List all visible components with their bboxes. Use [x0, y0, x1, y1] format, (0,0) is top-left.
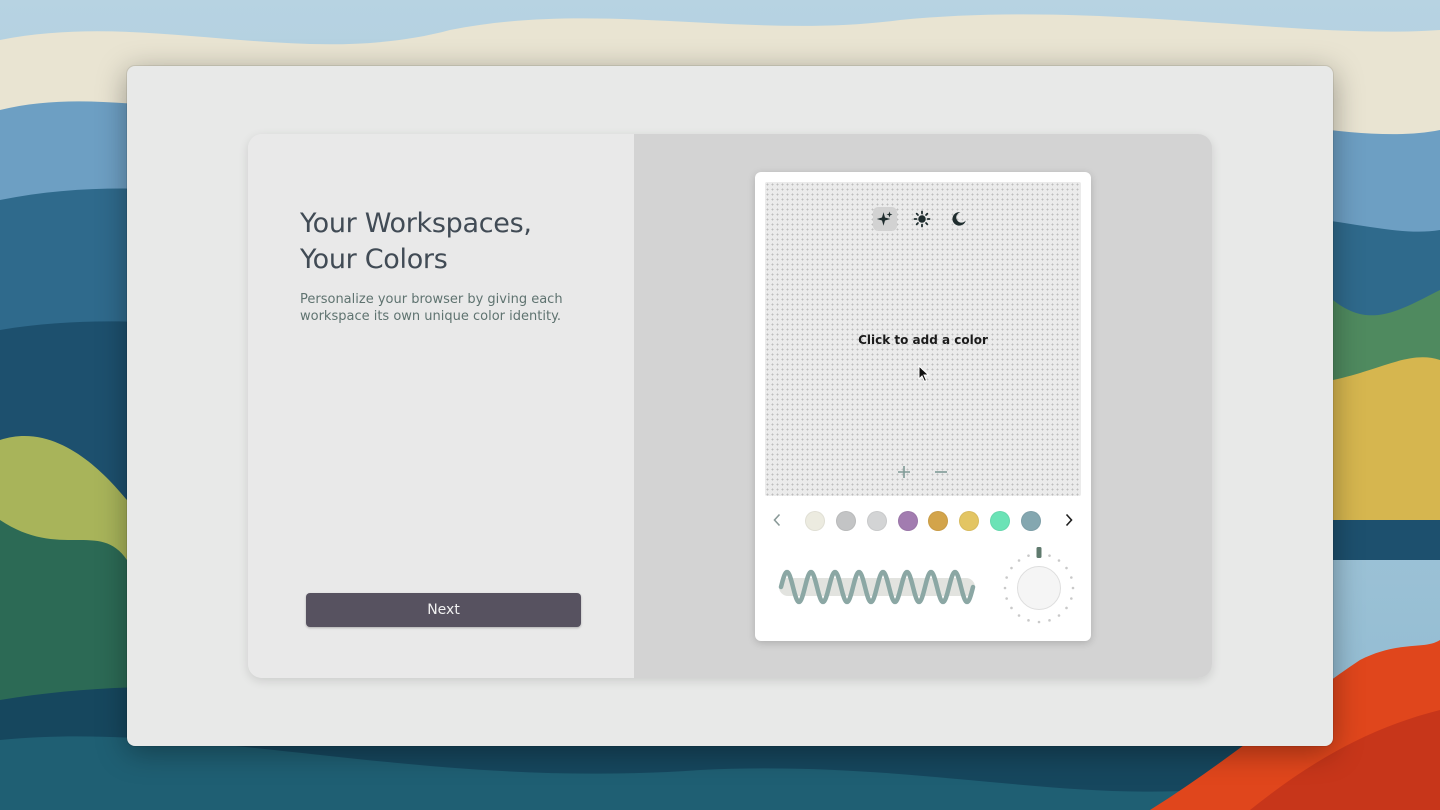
sparkle-icon [876, 211, 893, 226]
dial-tick [1070, 597, 1073, 600]
color-swatch-6[interactable] [959, 511, 979, 531]
dial-tick [1070, 576, 1073, 579]
page-description: Personalize your browser by giving each … [300, 292, 563, 324]
onboarding-card: Your Workspaces, Your Colors Personalize … [248, 134, 1212, 678]
color-swatch-7[interactable] [990, 511, 1010, 531]
next-button[interactable]: Next [306, 593, 581, 627]
moon-icon [952, 212, 966, 226]
page-title: Your Workspaces, Your Colors [300, 206, 600, 278]
minus-icon [935, 471, 947, 473]
dial-tick [1065, 606, 1068, 610]
dial-tick [1057, 559, 1061, 562]
color-swatch-1[interactable] [805, 511, 825, 531]
dial-tick [1010, 606, 1013, 610]
dial-marker [1036, 547, 1042, 558]
chevron-right-icon [1065, 513, 1073, 527]
dial-knob[interactable] [1017, 566, 1061, 610]
dial-tick [1037, 620, 1041, 624]
sparkle-mode-button[interactable] [873, 207, 897, 231]
onboarding-text-panel: Your Workspaces, Your Colors Personalize … [248, 134, 634, 678]
dial-tick [1048, 554, 1051, 557]
dial-tick [1027, 619, 1030, 622]
color-canvas[interactable]: Click to add a color [765, 182, 1081, 496]
contrast-dial[interactable] [999, 545, 1079, 625]
color-swatch-2[interactable] [836, 511, 856, 531]
dark-mode-button[interactable] [947, 207, 971, 231]
dial-tick [1057, 614, 1061, 617]
light-mode-button[interactable] [910, 207, 934, 231]
dial-tick [1005, 597, 1008, 600]
texture-wave-slider[interactable] [775, 562, 979, 612]
title-line-1: Your Workspaces, [300, 208, 532, 239]
color-picker-widget: Click to add a color [755, 172, 1091, 641]
zoom-out-button[interactable] [931, 462, 951, 482]
dial-tick [1017, 614, 1021, 617]
swatches-prev-button[interactable] [767, 510, 787, 530]
dial-tick [1048, 619, 1051, 622]
dial-tick [1065, 566, 1068, 570]
app-window: Your Workspaces, Your Colors Personalize … [127, 66, 1333, 746]
zoom-in-button[interactable] [894, 462, 914, 482]
dial-tick [1005, 576, 1008, 579]
dial-tick [1003, 586, 1007, 590]
mouse-pointer-icon [918, 365, 930, 383]
click-to-add-hint: Click to add a color [858, 333, 988, 347]
color-picker-preview-panel: Click to add a color [634, 134, 1212, 678]
title-line-2: Your Colors [300, 244, 448, 275]
color-swatch-4[interactable] [898, 511, 918, 531]
chevron-left-icon [773, 513, 781, 527]
color-swatch-3[interactable] [867, 511, 887, 531]
swatches-next-button[interactable] [1059, 510, 1079, 530]
color-swatch-5[interactable] [928, 511, 948, 531]
dial-tick [1071, 586, 1075, 590]
plus-icon [898, 466, 910, 478]
color-swatch-8[interactable] [1021, 511, 1041, 531]
dial-tick [1010, 566, 1013, 570]
sun-icon [913, 210, 931, 228]
dial-tick [1017, 559, 1021, 562]
dial-tick [1027, 554, 1030, 557]
